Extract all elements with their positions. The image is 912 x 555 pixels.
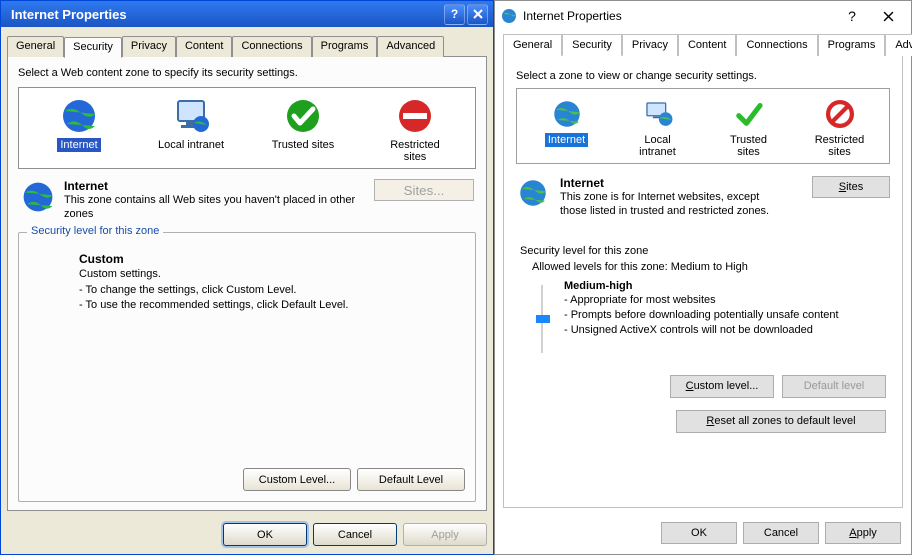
help-button[interactable]: ? xyxy=(837,1,867,31)
tab-content[interactable]: Content xyxy=(176,36,233,57)
tab-advanced[interactable]: Advanced xyxy=(885,34,912,56)
tab-privacy[interactable]: Privacy xyxy=(122,36,176,57)
ok-button[interactable]: OK xyxy=(661,522,737,544)
tab-connections[interactable]: Connections xyxy=(232,36,311,57)
cancel-button[interactable]: Cancel xyxy=(743,522,819,544)
tabs: General Security Privacy Content Connect… xyxy=(503,33,903,55)
reset-all-button[interactable]: Reset all zones to default level xyxy=(676,410,886,433)
instruction-text: Select a Web content zone to specify its… xyxy=(18,67,476,79)
zone-label: Trusted sites xyxy=(269,138,338,152)
group-label: Security level for this zone xyxy=(520,245,886,257)
globe-icon xyxy=(516,176,550,210)
tab-connections[interactable]: Connections xyxy=(736,34,817,56)
zone-local-intranet[interactable]: Local intranet xyxy=(622,95,694,161)
globe-icon xyxy=(501,8,517,24)
no-entry-icon xyxy=(395,96,435,136)
sites-button: Sites... xyxy=(374,179,474,201)
tab-security[interactable]: Security xyxy=(562,34,622,56)
group-label: Security level for this zone xyxy=(27,225,163,237)
zone-trusted-sites[interactable]: Trusted sites xyxy=(258,94,348,166)
zone-label: Internet xyxy=(57,138,100,152)
security-slider[interactable] xyxy=(532,279,552,359)
dialog-buttons: OK Cancel Apply xyxy=(1,517,493,554)
zone-label: Local intranet xyxy=(155,138,227,152)
zone-name: Internet xyxy=(64,179,374,193)
zone-detail: Internet This zone is for Internet websi… xyxy=(516,176,890,219)
globe-icon xyxy=(20,179,56,215)
titlebar[interactable]: Internet Properties ? xyxy=(495,1,911,31)
zone-description: This zone contains all Web sites you hav… xyxy=(64,193,374,222)
zone-internet[interactable]: Internet xyxy=(34,94,124,166)
zone-restricted-sites[interactable]: Restrictedsites xyxy=(804,95,876,161)
zone-label: Local intranet xyxy=(624,133,692,159)
tab-general[interactable]: General xyxy=(7,36,64,57)
tab-general[interactable]: General xyxy=(503,34,562,56)
tab-programs[interactable]: Programs xyxy=(312,36,378,57)
instruction-text: Select a zone to view or change security… xyxy=(516,70,890,82)
tab-content[interactable]: Content xyxy=(678,34,737,56)
check-icon xyxy=(732,97,766,131)
security-level-group: Security level for this zone Allowed lev… xyxy=(516,237,890,497)
zone-list: Internet Local intranet Trusted sites xyxy=(516,88,890,164)
custom-settings: Custom Custom settings. - To change the … xyxy=(79,251,465,314)
zone-restricted-sites[interactable]: Restrictedsites xyxy=(370,94,460,166)
zone-list: Internet Local intranet Trusted sites xyxy=(18,87,476,169)
custom-level-button[interactable]: Custom Level... xyxy=(243,468,351,491)
check-circle-icon xyxy=(283,96,323,136)
internet-properties-win10: Internet Properties ? General Security P… xyxy=(494,0,912,555)
zone-internet[interactable]: Internet xyxy=(531,95,603,161)
zone-detail: Internet This zone contains all Web site… xyxy=(20,179,474,222)
tab-advanced[interactable]: Advanced xyxy=(377,36,444,57)
zone-label: Trusted sites xyxy=(715,133,783,159)
level-info: Medium-high - Appropriate for most websi… xyxy=(564,279,839,338)
apply-button[interactable]: Apply xyxy=(825,522,901,544)
titlebar[interactable]: Internet Properties ? xyxy=(1,1,493,27)
cancel-button[interactable]: Cancel xyxy=(313,523,397,546)
security-panel: Select a zone to view or change security… xyxy=(503,55,903,508)
custom-level-button[interactable]: Custom level... xyxy=(670,375,774,398)
security-level-group: Security level for this zone Custom Cust… xyxy=(18,232,476,502)
dialog-buttons: OK Cancel Apply xyxy=(495,514,911,554)
ok-button[interactable]: OK xyxy=(223,523,307,546)
apply-button: Apply xyxy=(403,523,487,546)
monitor-globe-icon xyxy=(171,96,211,136)
globe-icon xyxy=(550,97,584,131)
no-sign-icon xyxy=(823,97,857,131)
globe-icon xyxy=(59,96,99,136)
zone-description: This zone is for Internet websites, exce… xyxy=(560,190,780,219)
security-panel: Select a Web content zone to specify its… xyxy=(7,56,487,511)
zone-local-intranet[interactable]: Local intranet xyxy=(146,94,236,166)
zone-label: Internet xyxy=(545,133,588,147)
default-level-button: Default level xyxy=(782,375,886,398)
zone-label: Restrictedsites xyxy=(812,133,868,159)
tab-programs[interactable]: Programs xyxy=(818,34,886,56)
zone-trusted-sites[interactable]: Trusted sites xyxy=(713,95,785,161)
close-button[interactable] xyxy=(467,4,488,25)
zone-name: Internet xyxy=(560,176,780,190)
window-title: Internet Properties xyxy=(11,7,442,22)
internet-properties-xp: Internet Properties ? General Security P… xyxy=(0,0,494,555)
close-icon xyxy=(473,9,483,19)
tab-security[interactable]: Security xyxy=(64,37,122,58)
close-icon xyxy=(883,11,894,22)
close-button[interactable] xyxy=(873,1,903,31)
allowed-levels: Allowed levels for this zone: Medium to … xyxy=(532,261,886,273)
zone-label: Restrictedsites xyxy=(387,138,443,164)
tabs: General Security Privacy Content Connect… xyxy=(7,35,487,56)
tab-privacy[interactable]: Privacy xyxy=(622,34,678,56)
default-level-button[interactable]: Default Level xyxy=(357,468,465,491)
sites-button[interactable]: Sites xyxy=(812,176,890,198)
monitor-globe-icon xyxy=(641,97,675,131)
window-title: Internet Properties xyxy=(523,9,831,23)
help-button[interactable]: ? xyxy=(444,4,465,25)
slider-thumb-icon xyxy=(536,315,550,323)
